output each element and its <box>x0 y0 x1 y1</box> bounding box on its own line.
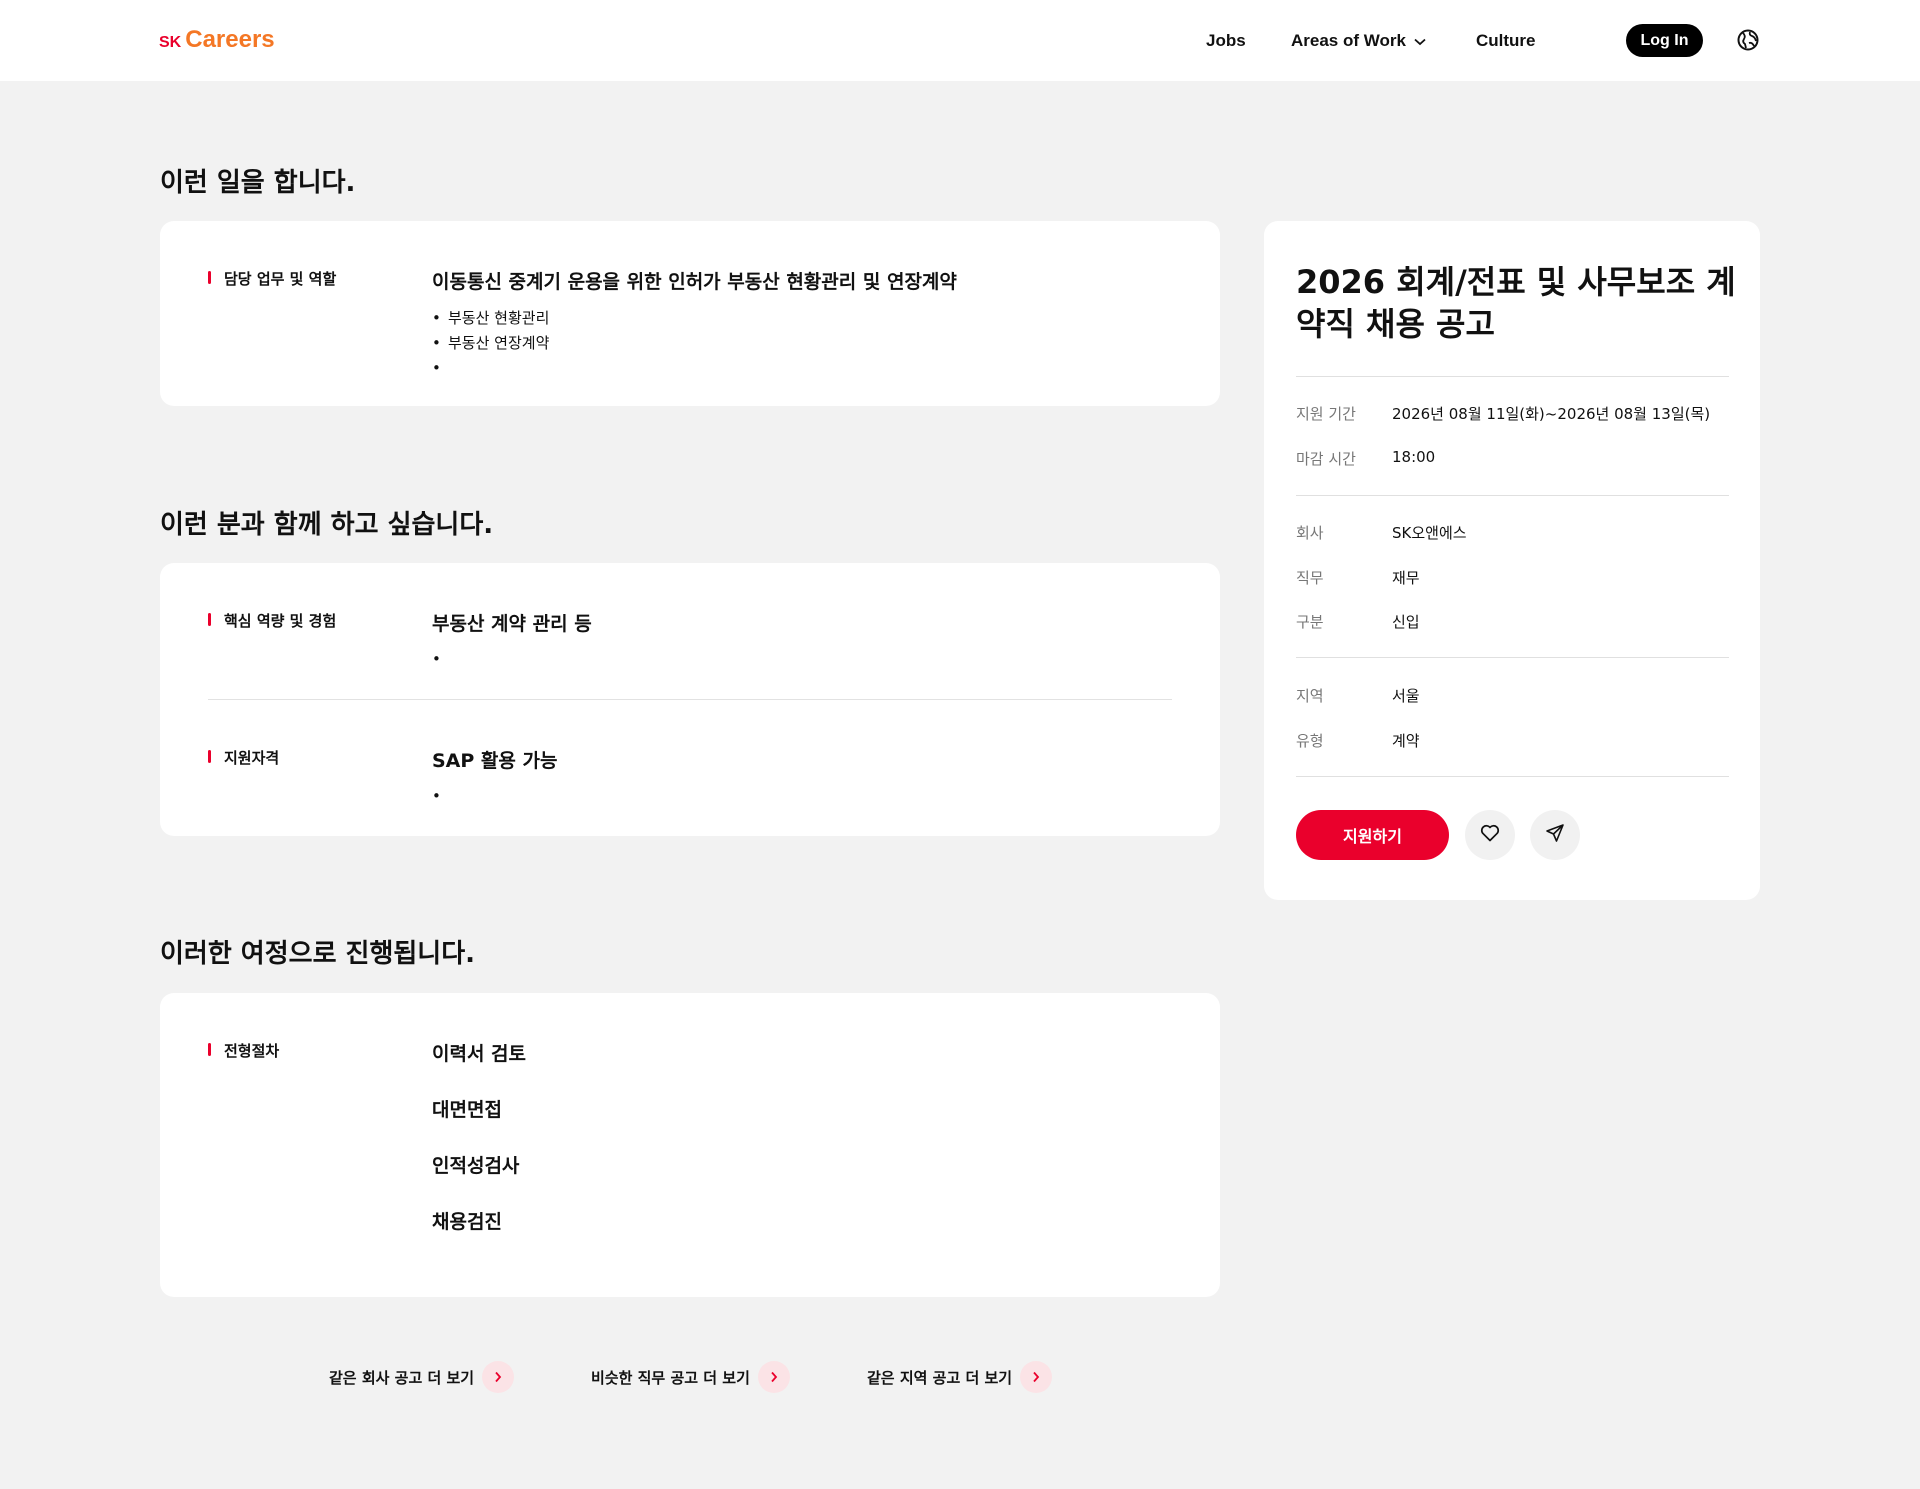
list-item: 부동산 연장계약 <box>432 331 549 356</box>
nav-jobs-label: Jobs <box>1206 30 1246 50</box>
more-same-region-link[interactable]: 같은 지역 공고 더 보기 <box>867 1361 1053 1393</box>
sk-careers-logo[interactable]: SK Careers <box>159 26 275 54</box>
process-step: 채용검진 <box>432 1211 502 1233</box>
section-title-process: 이러한 여정으로 진행됩니다. <box>160 939 476 969</box>
qual-label: 지원자격 <box>208 747 279 768</box>
work-label: 담당 업무 및 역할 <box>208 268 336 289</box>
contract-label: 유형 <box>1296 732 1324 750</box>
type-label: 구분 <box>1296 613 1324 631</box>
process-card: 전형절차 이력서 검토 대면면접 인적성검사 채용검진 <box>160 993 1220 1297</box>
region-value: 서울 <box>1392 687 1420 705</box>
more-link-label: 같은 지역 공고 더 보기 <box>867 1368 1013 1387</box>
login-button[interactable]: Log In <box>1626 24 1703 57</box>
bookmark-button[interactable] <box>1465 810 1515 860</box>
logo-careers-text: Careers <box>185 26 275 53</box>
core-title: 부동산 계약 관리 등 <box>432 613 592 635</box>
nav-jobs[interactable]: Jobs <box>1206 0 1246 81</box>
process-step: 인적성검사 <box>432 1155 520 1177</box>
more-same-company-link[interactable]: 같은 회사 공고 더 보기 <box>329 1361 515 1393</box>
job-label: 직무 <box>1296 569 1324 587</box>
heart-icon <box>1480 824 1500 846</box>
qual-title: SAP 활용 가능 <box>432 750 558 772</box>
chevron-right-icon <box>1020 1361 1053 1393</box>
divider <box>208 699 1172 700</box>
type-value: 신입 <box>1392 613 1420 631</box>
divider <box>1296 657 1729 658</box>
share-button[interactable] <box>1530 810 1580 860</box>
globe-icon[interactable] <box>1737 29 1759 51</box>
contract-value: 계약 <box>1392 732 1420 750</box>
divider <box>1296 376 1729 377</box>
chevron-down-icon <box>1414 31 1426 51</box>
apply-button[interactable]: 지원하기 <box>1296 810 1449 860</box>
job-value: 재무 <box>1392 569 1420 587</box>
list-item <box>432 784 448 809</box>
region-label: 지역 <box>1296 687 1324 705</box>
list-item: 부동산 현황관리 <box>432 306 549 331</box>
deadline-value: 18:00 <box>1392 448 1436 466</box>
chevron-right-icon <box>757 1361 790 1393</box>
list-item <box>432 356 549 381</box>
process-step: 대면면접 <box>432 1099 502 1121</box>
work-bullets: 부동산 현황관리 부동산 연장계약 <box>432 306 549 381</box>
nav-culture-label: Culture <box>1476 30 1536 50</box>
nav-culture[interactable]: Culture <box>1476 0 1536 81</box>
more-similar-job-link[interactable]: 비슷한 직무 공고 더 보기 <box>591 1361 790 1393</box>
company-value: SK오앤에스 <box>1392 524 1467 542</box>
logo-sk-text: SK <box>159 34 182 51</box>
nav-areas-label: Areas of Work <box>1291 30 1406 50</box>
chevron-right-icon <box>482 1361 515 1393</box>
period-label: 지원 기간 <box>1296 405 1356 423</box>
deadline-label: 마감 시간 <box>1296 450 1356 468</box>
work-content-title: 이동통신 중계기 운용을 위한 인허가 부동산 현황관리 및 연장계약 <box>432 271 957 293</box>
work-card: 담당 업무 및 역할 이동통신 중계기 운용을 위한 인허가 부동산 현황관리 … <box>160 221 1220 406</box>
section-title-work: 이런 일을 합니다. <box>160 168 356 198</box>
want-card: 핵심 역량 및 경험 부동산 계약 관리 등 지원자격 SAP 활용 가능 <box>160 563 1220 836</box>
list-item <box>432 647 448 672</box>
core-bullets <box>432 647 448 672</box>
core-label: 핵심 역량 및 경험 <box>208 610 336 631</box>
divider <box>1296 495 1729 496</box>
nav-areas-of-work[interactable]: Areas of Work <box>1291 0 1426 81</box>
job-title: 2026 회계/전표 및 사무보조 계약직 채용 공고 <box>1296 263 1736 343</box>
company-label: 회사 <box>1296 524 1324 542</box>
more-link-label: 같은 회사 공고 더 보기 <box>329 1368 475 1387</box>
more-link-label: 비슷한 직무 공고 더 보기 <box>591 1368 750 1387</box>
period-value: 2026년 08월 11일(화)~2026년 08월 13일(목) <box>1392 405 1711 423</box>
process-step: 이력서 검토 <box>432 1043 527 1065</box>
qual-bullets <box>432 784 448 809</box>
share-icon <box>1545 823 1565 847</box>
section-title-want: 이런 분과 함께 하고 싶습니다. <box>160 510 494 540</box>
divider <box>1296 776 1729 777</box>
job-summary-panel: 2026 회계/전표 및 사무보조 계약직 채용 공고 지원 기간 2026년 … <box>1264 221 1760 900</box>
site-header: SK Careers Jobs Areas of Work Culture Lo… <box>0 0 1920 81</box>
process-label: 전형절차 <box>208 1040 279 1061</box>
